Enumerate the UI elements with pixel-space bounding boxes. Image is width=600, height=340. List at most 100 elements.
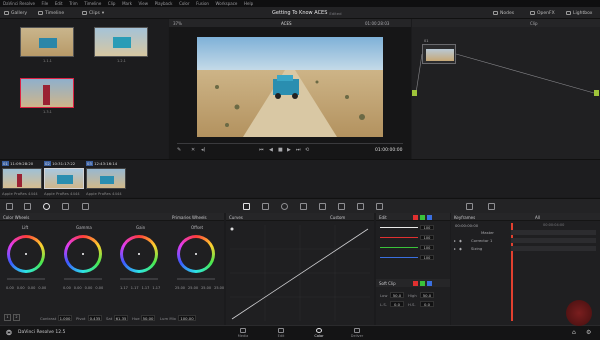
openfx-button[interactable]: OpenFX bbox=[530, 9, 555, 17]
gallery-still-selected[interactable] bbox=[20, 78, 74, 108]
scrubber-bar[interactable] bbox=[177, 143, 403, 144]
qualifier-icon[interactable] bbox=[262, 203, 269, 210]
menu-workspace[interactable]: Workspace bbox=[216, 1, 238, 6]
keyframe-diamond-icon[interactable]: ◆ bbox=[459, 238, 462, 243]
menu-view[interactable]: View bbox=[139, 1, 149, 6]
wheel-center-dot[interactable] bbox=[138, 253, 140, 255]
red-channel-icon[interactable] bbox=[413, 280, 418, 286]
low-field[interactable]: 50.0 bbox=[390, 292, 404, 298]
loop-icon[interactable]: ⟲ bbox=[305, 147, 309, 153]
color-wheels-icon[interactable] bbox=[43, 203, 50, 210]
page-edit[interactable]: Edit bbox=[264, 327, 298, 340]
color-match-icon[interactable] bbox=[24, 203, 31, 210]
nodes-button[interactable]: Nodes bbox=[493, 9, 514, 17]
keyframes-filter[interactable]: All bbox=[535, 215, 540, 220]
blue-channel-icon[interactable] bbox=[427, 214, 432, 220]
gamma-master-slider[interactable] bbox=[64, 278, 102, 280]
red-slider[interactable] bbox=[380, 237, 418, 238]
menu-playback[interactable]: Playback bbox=[155, 1, 173, 6]
ls-field[interactable]: 0.0 bbox=[390, 301, 404, 307]
contrast-field[interactable]: 1.000 bbox=[58, 315, 72, 321]
tracker-icon[interactable] bbox=[300, 203, 307, 210]
page-color[interactable]: Color bbox=[302, 327, 336, 340]
curves-icon[interactable] bbox=[243, 203, 250, 210]
luma-value[interactable]: 100 bbox=[420, 225, 434, 230]
offset-wheel[interactable] bbox=[177, 235, 215, 273]
menu-fusion[interactable]: Fusion bbox=[196, 1, 209, 6]
clips-button[interactable]: Clips ▾ bbox=[82, 9, 104, 17]
motion-effects-icon[interactable] bbox=[82, 203, 89, 210]
pen-icon[interactable]: ✎ bbox=[177, 147, 181, 153]
lightbox-button[interactable]: Lightbox bbox=[566, 9, 592, 17]
offset-master-slider[interactable] bbox=[177, 278, 215, 280]
luma-slider[interactable] bbox=[380, 227, 418, 228]
keyframe-row-master[interactable]: Master bbox=[451, 230, 600, 236]
hs-field[interactable]: 0.0 bbox=[420, 301, 434, 307]
keyframe-track[interactable] bbox=[511, 246, 596, 251]
lummix-field[interactable]: 100.00 bbox=[178, 315, 196, 321]
play-reverse-icon[interactable]: ◀ bbox=[269, 147, 273, 153]
lift-master-slider[interactable] bbox=[7, 278, 45, 280]
wheels-mode-select[interactable]: Primaries Wheels bbox=[172, 215, 207, 220]
high-field[interactable]: 50.0 bbox=[420, 292, 434, 298]
red-value[interactable]: 100 bbox=[420, 235, 434, 240]
expand-icon[interactable]: ▸ bbox=[454, 246, 456, 251]
node-output-icon[interactable] bbox=[594, 90, 599, 96]
curves-mode-select[interactable]: Custom bbox=[330, 215, 345, 220]
3d-icon[interactable] bbox=[376, 203, 383, 210]
wheel-center-dot[interactable] bbox=[25, 253, 27, 255]
gain-master-slider[interactable] bbox=[120, 278, 158, 280]
key-icon[interactable] bbox=[338, 203, 345, 210]
wheel-center-dot[interactable] bbox=[195, 253, 197, 255]
menu-help[interactable]: Help bbox=[244, 1, 253, 6]
camera-raw-icon[interactable] bbox=[6, 203, 13, 210]
gear-icon[interactable]: ⚙ bbox=[586, 329, 591, 336]
rgb-mixer-icon[interactable] bbox=[62, 203, 69, 210]
info-icon[interactable] bbox=[488, 203, 495, 210]
pivot-field[interactable]: 0.435 bbox=[88, 315, 102, 321]
blue-value[interactable]: 100 bbox=[420, 255, 434, 260]
stop-icon[interactable]: ■ bbox=[278, 147, 283, 153]
lift-wheel[interactable] bbox=[7, 235, 45, 273]
skip-forward-icon[interactable]: ⏭ bbox=[296, 147, 301, 153]
page-1-button[interactable]: 1 bbox=[4, 314, 11, 321]
blur-icon[interactable] bbox=[319, 203, 326, 210]
keyframe-track[interactable] bbox=[511, 230, 596, 235]
gamma-wheel[interactable] bbox=[64, 235, 102, 273]
timeline-button[interactable]: Timeline bbox=[38, 9, 64, 17]
gain-wheel[interactable] bbox=[120, 235, 158, 273]
scopes-icon[interactable] bbox=[466, 203, 473, 210]
keyframe-row-sizing[interactable]: ▸ ◆ Sizing bbox=[451, 246, 600, 252]
green-channel-icon[interactable] bbox=[420, 280, 425, 286]
green-value[interactable]: 100 bbox=[420, 245, 434, 250]
sat-field[interactable]: 61.35 bbox=[114, 315, 128, 321]
wand-icon[interactable]: ✕ bbox=[191, 147, 195, 153]
gallery-button[interactable]: Gallery bbox=[4, 9, 27, 17]
menu-mark[interactable]: Mark bbox=[122, 1, 132, 6]
keyframe-row-corrector[interactable]: ▸ ◆ Corrector 1 bbox=[451, 238, 600, 244]
wheel-center-dot[interactable] bbox=[82, 253, 84, 255]
curve-graph[interactable] bbox=[230, 225, 370, 321]
menu-edit[interactable]: Edit bbox=[55, 1, 63, 6]
window-icon[interactable] bbox=[281, 203, 288, 210]
expand-icon[interactable]: ▸ bbox=[454, 238, 456, 243]
blue-channel-icon[interactable] bbox=[427, 280, 432, 286]
gallery-still[interactable] bbox=[20, 27, 74, 57]
menu-trim[interactable]: Trim bbox=[69, 1, 78, 6]
page-media[interactable]: Media bbox=[226, 327, 260, 340]
hue-field[interactable]: 50.00 bbox=[141, 315, 155, 321]
speaker-icon[interactable]: ◂) bbox=[201, 147, 205, 153]
menu-color[interactable]: Color bbox=[179, 1, 189, 6]
menu-file[interactable]: File bbox=[42, 1, 49, 6]
skip-back-icon[interactable]: ⏮ bbox=[259, 147, 264, 153]
home-icon[interactable]: ⌂ bbox=[572, 329, 576, 336]
gallery-still[interactable] bbox=[94, 27, 148, 57]
green-slider[interactable] bbox=[380, 247, 418, 248]
keyframe-diamond-icon[interactable]: ◆ bbox=[459, 246, 462, 251]
menu-timeline[interactable]: Timeline bbox=[84, 1, 101, 6]
page-2-button[interactable]: 2 bbox=[13, 314, 20, 321]
sizing-icon[interactable] bbox=[357, 203, 364, 210]
red-channel-icon[interactable] bbox=[413, 214, 418, 220]
menu-clip[interactable]: Clip bbox=[108, 1, 116, 6]
source-input-icon[interactable] bbox=[412, 90, 417, 96]
